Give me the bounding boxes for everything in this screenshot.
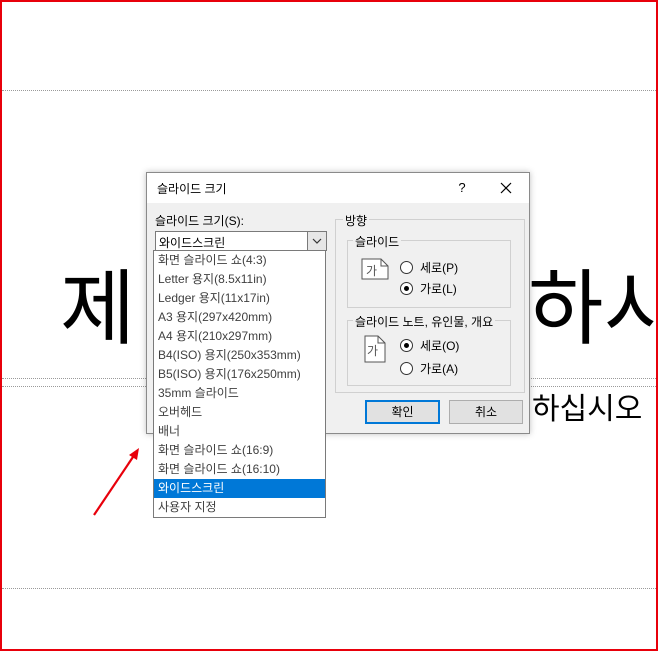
dropdown-option[interactable]: 화면 슬라이드 쇼(16:10) <box>154 460 325 479</box>
notes-portrait-label[interactable]: 세로(O) <box>420 337 459 354</box>
slides-portrait-radio[interactable] <box>400 261 413 274</box>
dropdown-option[interactable]: B5(ISO) 용지(176x250mm) <box>154 365 325 384</box>
portrait-page-icon: 가 <box>364 335 386 363</box>
dropdown-option[interactable]: Ledger 용지(11x17in) <box>154 289 325 308</box>
slides-portrait-label[interactable]: 세로(P) <box>420 259 458 276</box>
slides-landscape-radio[interactable] <box>400 282 413 295</box>
dropdown-option[interactable]: 사용자 지정 <box>154 498 325 517</box>
slide-size-label: 슬라이드 크기(S): <box>155 214 244 228</box>
dropdown-option[interactable]: 와이드스크린 <box>154 479 325 498</box>
svg-text:가: 가 <box>366 264 377 278</box>
dropdown-option[interactable]: A4 용지(210x297mm) <box>154 327 325 346</box>
slide-subtitle[interactable]: 하십시오 <box>532 390 656 430</box>
orientation-label: 방향 <box>343 212 370 229</box>
help-button[interactable]: ? <box>449 177 475 199</box>
notes-landscape-radio[interactable] <box>400 362 413 375</box>
slide-size-value: 와이드스크린 <box>159 236 226 250</box>
slides-group-label: 슬라이드 <box>353 233 402 250</box>
dropdown-option[interactable]: 배너 <box>154 422 325 441</box>
dropdown-option[interactable]: A3 용지(297x420mm) <box>154 308 325 327</box>
notes-landscape-label[interactable]: 가로(A) <box>420 360 458 377</box>
close-button[interactable] <box>491 177 521 199</box>
svg-text:가: 가 <box>367 344 378 358</box>
ok-button[interactable]: 확인 <box>365 400 440 424</box>
slide-size-combobox[interactable]: 와이드스크린 <box>155 231 327 251</box>
dropdown-option[interactable]: B4(ISO) 용지(250x353mm) <box>154 346 325 365</box>
placeholder-border <box>2 588 656 589</box>
dialog-title: 슬라이드 크기 <box>157 182 227 196</box>
slide-title-left: 제 <box>60 262 136 357</box>
placeholder-border <box>2 90 656 91</box>
dialog-titlebar: 슬라이드 크기 ? <box>147 173 529 203</box>
landscape-page-icon: 가 <box>361 258 389 280</box>
red-arrow-annotation <box>93 448 139 516</box>
dropdown-button[interactable] <box>307 232 326 250</box>
slides-landscape-label[interactable]: 가로(L) <box>420 280 457 297</box>
cancel-button[interactable]: 취소 <box>449 400 523 424</box>
chevron-down-icon <box>312 238 322 244</box>
dropdown-option[interactable]: 화면 슬라이드 쇼(4:3) <box>154 251 325 270</box>
notes-group-label: 슬라이드 노트, 유인물, 개요 <box>353 313 496 330</box>
dropdown-option[interactable]: 35mm 슬라이드 <box>154 384 325 403</box>
dropdown-option[interactable]: Letter 용지(8.5x11in) <box>154 270 325 289</box>
notes-portrait-radio[interactable] <box>400 339 413 352</box>
slide-size-dropdown-list[interactable]: 화면 슬라이드 쇼(4:3) Letter 용지(8.5x11in) Ledger … <box>153 250 326 518</box>
dropdown-option[interactable]: 화면 슬라이드 쇼(16:9) <box>154 441 325 460</box>
slide-title-right: 하시 <box>528 262 656 357</box>
dropdown-option[interactable]: 오버헤드 <box>154 403 325 422</box>
close-icon <box>500 182 512 194</box>
